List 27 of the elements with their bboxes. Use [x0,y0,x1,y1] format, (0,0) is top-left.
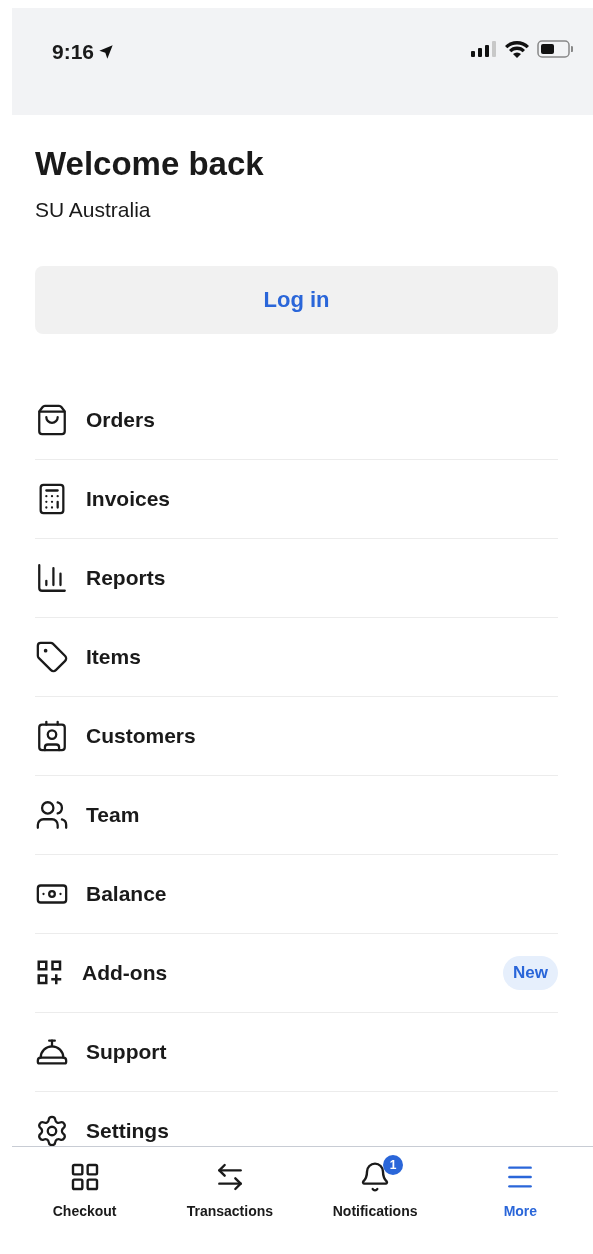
menu-item[interactable]: Balance [35,854,558,934]
menu-item[interactable]: Orders [35,380,558,460]
location-arrow-icon [98,43,115,60]
battery-icon [537,40,573,58]
tab-bar-item[interactable]: 1 Notifications [302,1147,448,1254]
menu-item[interactable]: Team [35,775,558,855]
menu-item[interactable]: Items [35,617,558,697]
tab-bar-item[interactable]: Checkout [12,1147,158,1254]
tab-bar-item[interactable]: More [447,1147,593,1254]
wifi-icon [505,40,529,58]
tab-bar-item[interactable]: Transactions [157,1147,303,1254]
menu-item[interactable]: Add-ons New [35,933,558,1013]
settings-icon [35,1113,69,1146]
notification-count: 1 [383,1155,404,1175]
menu-item[interactable]: Invoices [35,459,558,539]
welcome-title: Welcome back [35,144,265,184]
signal-icon [471,41,497,57]
menu-item[interactable]: Reports [35,538,558,618]
login-button[interactable]: Log in [35,265,558,334]
shopping-bag-icon [35,402,69,437]
contact-card-icon [35,718,69,753]
new-badge: New [503,956,558,990]
status-time: 9:16 [52,39,95,65]
menu-item[interactable]: Support [35,1012,558,1092]
menu-item[interactable]: Customers [35,696,558,776]
tag-icon [35,639,69,674]
business-name: SU Australia [35,197,152,224]
